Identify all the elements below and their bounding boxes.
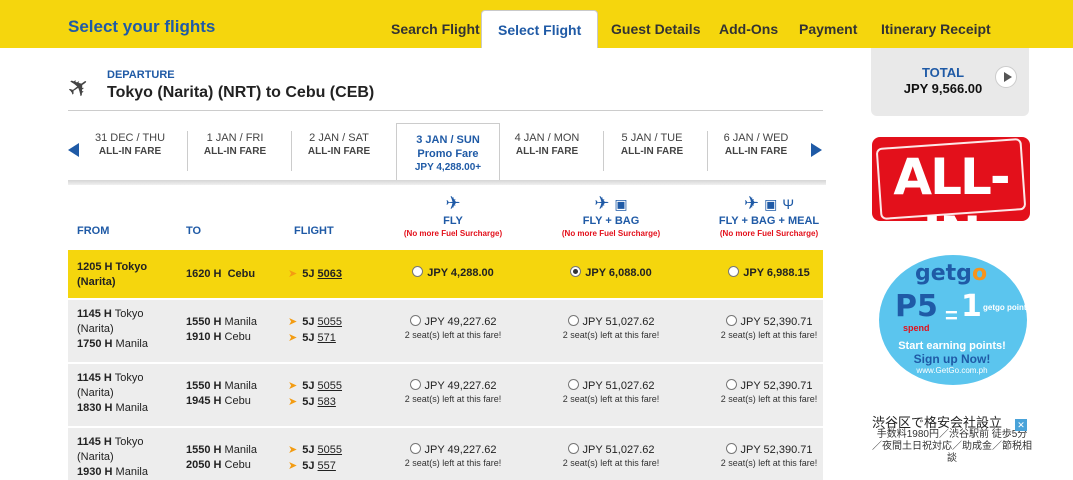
fare-option-fly-bag-meal[interactable]: JPY 6,988.15: [694, 266, 844, 279]
all-in-ad[interactable]: ALL-IN: [872, 137, 1030, 264]
arrival-time: 1620 H Cebu: [186, 268, 256, 280]
flight-number[interactable]: ➤ 5J 5055 ➤ 5J 571: [288, 314, 342, 346]
flight-number[interactable]: ➤ 5J 5063: [288, 266, 342, 282]
date-tab[interactable]: 1 JAN / FRI ALL-IN FARE: [183, 131, 287, 159]
fare-option-fly[interactable]: JPY 49,227.62 2 seat(s) left at this fare…: [378, 315, 528, 340]
getgo-signup[interactable]: Sign up Now!: [873, 352, 1031, 366]
getgo-equals: =: [945, 303, 958, 328]
divider: [68, 110, 823, 111]
date-tab[interactable]: 4 JAN / MON ALL-IN FARE: [495, 131, 599, 159]
departure-plane-icon: ✈: [61, 68, 97, 106]
fare-fly-header: ✈ FLY (No more Fuel Surcharge): [378, 192, 528, 239]
table-row[interactable]: 1145 H Tokyo (Narita) 1750 H Manila 1550 H…: [68, 300, 823, 362]
fare-fly-bag-meal-header: ✈ ▣ Ψ FLY + BAG + MEAL (No more Fuel Sur…: [694, 192, 844, 239]
date-tab[interactable]: 6 JAN / WED ALL-IN FARE: [704, 131, 808, 159]
departure-time: 1205 H Tokyo (Narita): [77, 261, 148, 288]
step-guest-details[interactable]: Guest Details: [611, 21, 700, 37]
getgo-point: getgo point: [983, 303, 1027, 312]
fare-option-fly-bag[interactable]: JPY 51,027.62 2 seat(s) left at this fare…: [536, 443, 686, 468]
fare-fly-bag-header: ✈ ▣ FLY + BAG (No more Fuel Surcharge): [536, 192, 686, 239]
column-to: TO: [186, 225, 202, 237]
flight-number[interactable]: ➤ 5J 5055 ➤ 5J 583: [288, 378, 342, 410]
page-title: Select your flights: [68, 17, 216, 36]
plane-bag-meal-icon: ✈ ▣ Ψ: [743, 193, 795, 213]
plane-bag-icon: ✈ ▣: [594, 193, 628, 213]
departure-time: 1145 H Tokyo (Narita) 1830 H Manila: [77, 372, 148, 414]
route-title: Tokyo (Narita) (NRT) to Cebu (CEB): [107, 84, 375, 101]
arrival-time: 1550 H Manila 1945 H Cebu: [186, 380, 257, 407]
getgo-p5: P5: [895, 289, 938, 324]
date-tab[interactable]: 2 JAN / SAT ALL-IN FARE: [287, 131, 391, 159]
getgo-earn: Start earning points!: [898, 340, 1006, 352]
fare-option-fly[interactable]: JPY 49,227.62 2 seat(s) left at this fare…: [378, 443, 528, 468]
getgo-one: 1: [961, 289, 982, 324]
flight-number[interactable]: ➤ 5J 5055 ➤ 5J 557: [288, 442, 342, 474]
fare-option-fly-bag-meal[interactable]: JPY 52,390.71 2 seat(s) left at this fare…: [694, 315, 844, 340]
table-row[interactable]: 1205 H Tokyo (Narita) 1620 H Cebu ➤ 5J 506…: [68, 250, 823, 298]
fare-option-fly[interactable]: JPY 49,227.62 2 seat(s) left at this fare…: [378, 379, 528, 404]
fare-option-fly[interactable]: JPY 4,288.00: [378, 266, 528, 279]
total-label: TOTAL: [921, 65, 965, 80]
column-flight: FLIGHT: [294, 225, 334, 237]
step-search-flight[interactable]: Search Flight: [391, 21, 480, 37]
date-selector: 31 DEC / THU ALL-IN FARE 1 JAN / FRI ALL-I…: [68, 123, 826, 185]
departure-label: DEPARTURE: [107, 69, 175, 81]
fare-option-fly-bag[interactable]: JPY 6,088.00: [536, 266, 686, 279]
arrival-time: 1550 H Manila 2050 H Cebu: [186, 444, 257, 471]
date-strip-shadow: [68, 180, 826, 185]
table-row[interactable]: 1145 H Tokyo (Narita) 1930 H Manila 1550 H…: [68, 428, 823, 480]
fare-option-fly-bag-meal[interactable]: JPY 52,390.71 2 seat(s) left at this fare…: [694, 443, 844, 468]
step-payment[interactable]: Payment: [799, 21, 857, 37]
total-value: JPY 9,566.00: [903, 81, 983, 96]
fare-option-fly-bag[interactable]: JPY 51,027.62 2 seat(s) left at this fare…: [536, 315, 686, 340]
step-add-ons[interactable]: Add-Ons: [719, 21, 778, 37]
next-dates-icon[interactable]: [811, 143, 822, 157]
date-tab[interactable]: 31 DEC / THU ALL-IN FARE: [78, 131, 182, 159]
getgo-ad[interactable]: getgo P5 spend = 1 getgo point Start ear…: [873, 245, 1031, 385]
step-select-flight[interactable]: Select Flight: [481, 10, 599, 56]
table-row[interactable]: 1145 H Tokyo (Narita) 1830 H Manila 1550 H…: [68, 364, 823, 426]
date-tab-selected[interactable]: 3 JAN / SUN Promo Fare JPY 4,288.00+: [396, 123, 500, 183]
header-bar: Select your flights Search Flight Select…: [0, 0, 1073, 56]
jp-ad-body: 手数料1980円／渋谷駅前 徒歩5分／夜間土日祝対応／助成金／節税相談: [872, 429, 1032, 464]
arrival-time: 1550 H Manila 1910 H Cebu: [186, 316, 257, 343]
departure-time: 1145 H Tokyo (Narita) 1930 H Manila: [77, 436, 148, 478]
jp-ad[interactable]: 渋谷区で格安会社設立 手数料1980円／渋谷駅前 徒歩5分／夜間土日祝対応／助成…: [872, 415, 1032, 465]
expand-total-icon[interactable]: [995, 66, 1017, 88]
step-itinerary-receipt[interactable]: Itinerary Receipt: [881, 21, 991, 37]
date-tab[interactable]: 5 JAN / TUE ALL-IN FARE: [600, 131, 704, 159]
departure-time: 1145 H Tokyo (Narita) 1750 H Manila: [77, 308, 148, 350]
ad-close-icon[interactable]: ✕: [1015, 419, 1027, 431]
plane-icon: ✈: [445, 193, 461, 213]
getgo-spend: spend: [903, 323, 930, 333]
getgo-logo: getgo: [915, 261, 988, 286]
column-from: FROM: [77, 225, 110, 237]
getgo-url: www.GetGo.com.ph: [916, 366, 988, 375]
airline-icon: ➤: [288, 268, 298, 280]
fare-option-fly-bag-meal[interactable]: JPY 52,390.71 2 seat(s) left at this fare…: [694, 379, 844, 404]
jp-ad-title: 渋谷区で格安会社設立: [872, 415, 1003, 430]
fare-option-fly-bag[interactable]: JPY 51,027.62 2 seat(s) left at this fare…: [536, 379, 686, 404]
